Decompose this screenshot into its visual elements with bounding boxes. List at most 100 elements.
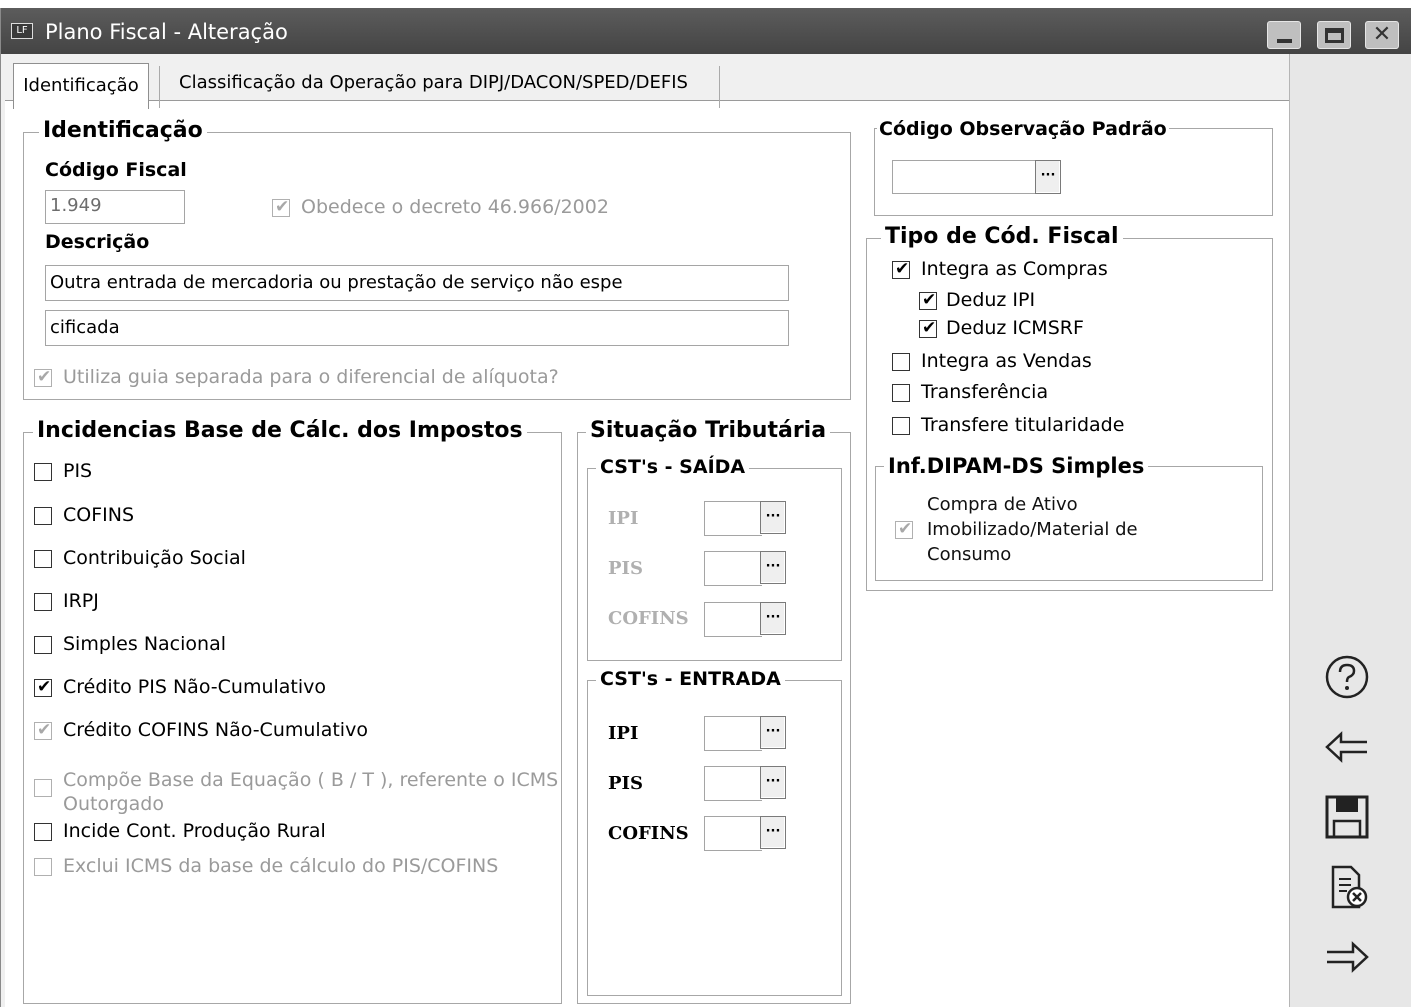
check-icon: ✔ <box>275 197 290 217</box>
descricao-input-line2[interactable]: cificada <box>45 310 789 346</box>
check-icon: ✔ <box>898 519 913 539</box>
checkbox-label: Simples Nacional <box>63 633 226 655</box>
checkbox-box <box>34 507 52 525</box>
checkbox-label: Incide Cont. Produção Rural <box>63 820 326 842</box>
cst-saida-ipi-lookup-button[interactable]: ··· <box>760 501 786 534</box>
compoe-base-label-line2: Outorgado <box>63 793 164 815</box>
checkbox-box: ✔ <box>34 677 52 697</box>
tab-separator <box>719 66 720 108</box>
exclui-icms-checkbox: Exclui ICMS da base de cálculo do PIS/CO… <box>34 855 498 877</box>
app-icon: LF <box>11 23 33 39</box>
checkbox-box: ✔ <box>34 720 52 740</box>
maximize-button[interactable] <box>1317 21 1351 49</box>
window: LF Plano Fiscal - Alteração ✕ Identifica… <box>0 8 1411 1007</box>
compra-ativo-checkbox: ✔ <box>895 518 924 539</box>
tab-identificacao[interactable]: Identificação <box>13 63 149 109</box>
window-title: Plano Fiscal - Alteração <box>45 20 288 44</box>
title-bar[interactable]: LF Plano Fiscal - Alteração ✕ <box>1 8 1411 54</box>
checkbox-box <box>34 779 52 797</box>
irpj-checkbox[interactable]: IRPJ <box>34 590 99 612</box>
cst-entrada-cofins-label: COFINS <box>608 823 689 844</box>
identificacao-group-title: Identificação <box>39 118 207 143</box>
cst-saida-cofins-label: COFINS <box>608 608 689 629</box>
check-icon: ✔ <box>37 720 52 740</box>
save-icon[interactable] <box>1323 793 1371 841</box>
cst-saida-cofins-lookup-button[interactable]: ··· <box>760 602 786 635</box>
observacao-lookup-button[interactable]: ··· <box>1035 160 1061 194</box>
deduz-ipi-checkbox[interactable]: ✔ Deduz IPI <box>919 289 1035 311</box>
back-arrow-icon[interactable] <box>1323 723 1371 771</box>
forward-arrow-icon[interactable] <box>1323 933 1371 981</box>
check-icon: ✔ <box>895 259 910 279</box>
checkbox-box <box>892 417 910 435</box>
pis-checkbox[interactable]: PIS <box>34 460 92 482</box>
checkbox-label: Transfere titularidade <box>921 414 1125 436</box>
integra-compras-checkbox[interactable]: ✔ Integra as Compras <box>892 258 1108 280</box>
cst-entrada-pis-lookup-button[interactable]: ··· <box>760 766 786 799</box>
guia-separada-label: Utiliza guia separada para o diferencial… <box>63 366 559 388</box>
descricao-input-line1[interactable]: Outra entrada de mercadoria ou prestação… <box>45 265 789 301</box>
incidencias-group-title: Incidencias Base de Cálc. dos Impostos <box>33 418 527 443</box>
decreto-checkbox-box: ✔ <box>272 197 290 217</box>
contribuicao-social-checkbox[interactable]: Contribuição Social <box>34 547 246 569</box>
incide-producao-rural-checkbox[interactable]: Incide Cont. Produção Rural <box>34 820 326 842</box>
cst-saida-ipi-input[interactable] <box>704 501 762 536</box>
cst-entrada-ipi-lookup-button[interactable]: ··· <box>760 716 786 749</box>
cst-saida-pis-label: PIS <box>608 558 643 579</box>
tipo-cod-fiscal-group-title: Tipo de Cód. Fiscal <box>881 224 1123 249</box>
cst-entrada-ipi-input[interactable] <box>704 716 762 751</box>
checkbox-label: Contribuição Social <box>63 547 246 569</box>
checkbox-box <box>34 858 52 876</box>
close-button[interactable]: ✕ <box>1365 21 1399 49</box>
compra-ativo-label-line1: Compra de Ativo <box>927 494 1078 515</box>
cst-entrada-group-title: CST's - ENTRADA <box>596 668 785 690</box>
tab-classificacao[interactable]: Classificação da Operação para DIPJ/DACO… <box>179 63 688 103</box>
check-icon: ✔ <box>922 290 937 310</box>
deduz-icmsrf-checkbox[interactable]: ✔ Deduz ICMSRF <box>919 317 1084 339</box>
help-icon[interactable] <box>1323 653 1371 701</box>
cst-saida-pis-input[interactable] <box>704 551 762 586</box>
checkbox-box <box>34 636 52 654</box>
checkbox-box <box>34 463 52 481</box>
checkbox-label: Transferência <box>921 381 1049 403</box>
checkbox-label: Crédito COFINS Não-Cumulativo <box>63 719 368 741</box>
credito-pis-checkbox[interactable]: ✔ Crédito PIS Não-Cumulativo <box>34 676 326 698</box>
checkbox-box <box>34 823 52 841</box>
dipam-group-title: Inf.DIPAM-DS Simples <box>884 454 1149 478</box>
integra-vendas-checkbox[interactable]: Integra as Vendas <box>892 350 1092 372</box>
descricao-label: Descrição <box>45 231 150 253</box>
minimize-button[interactable] <box>1267 21 1301 49</box>
cancel-document-icon[interactable] <box>1323 863 1371 911</box>
checkbox-label: Exclui ICMS da base de cálculo do PIS/CO… <box>63 855 499 877</box>
checkbox-box <box>34 550 52 568</box>
transferencia-checkbox[interactable]: Transferência <box>892 381 1048 403</box>
guia-separada-checkbox: ✔ Utiliza guia separada para o diferenci… <box>34 366 559 388</box>
simples-nacional-checkbox[interactable]: Simples Nacional <box>34 633 226 655</box>
checkbox-label: Integra as Vendas <box>921 350 1092 372</box>
transfere-titularidade-checkbox[interactable]: Transfere titularidade <box>892 414 1124 436</box>
cst-entrada-cofins-lookup-button[interactable]: ··· <box>760 816 786 849</box>
minimize-icon <box>1277 39 1292 43</box>
checkbox-label: Deduz ICMSRF <box>946 317 1084 339</box>
credito-cofins-checkbox[interactable]: ✔ Crédito COFINS Não-Cumulativo <box>34 719 368 741</box>
cofins-checkbox[interactable]: COFINS <box>34 504 134 526</box>
tab-separator <box>159 66 160 108</box>
observacao-input[interactable] <box>892 160 1037 194</box>
checkbox-label: Compõe Base da Equação ( B / T ), refere… <box>63 768 558 816</box>
codigo-fiscal-input[interactable]: 1.949 <box>45 190 185 224</box>
cst-saida-cofins-input[interactable] <box>704 602 762 637</box>
cst-saida-pis-lookup-button[interactable]: ··· <box>760 551 786 584</box>
checkbox-label: Crédito PIS Não-Cumulativo <box>63 676 327 698</box>
compoe-base-label-line1: Compõe Base da Equação ( B / T ), refere… <box>63 769 559 791</box>
checkbox-label: Integra as Compras <box>921 258 1108 280</box>
cst-entrada-pis-input[interactable] <box>704 766 762 801</box>
compoe-base-checkbox: Compõe Base da Equação ( B / T ), refere… <box>34 768 558 816</box>
cst-saida-ipi-label: IPI <box>608 508 639 529</box>
checkbox-label: IRPJ <box>63 590 99 612</box>
compra-ativo-label-line3: Consumo <box>927 544 1012 565</box>
cst-saida-group-title: CST's - SAÍDA <box>596 456 750 478</box>
maximize-icon <box>1325 28 1344 43</box>
cst-entrada-ipi-label: IPI <box>608 723 639 744</box>
cst-entrada-cofins-input[interactable] <box>704 816 762 851</box>
check-icon: ✔ <box>922 318 937 338</box>
